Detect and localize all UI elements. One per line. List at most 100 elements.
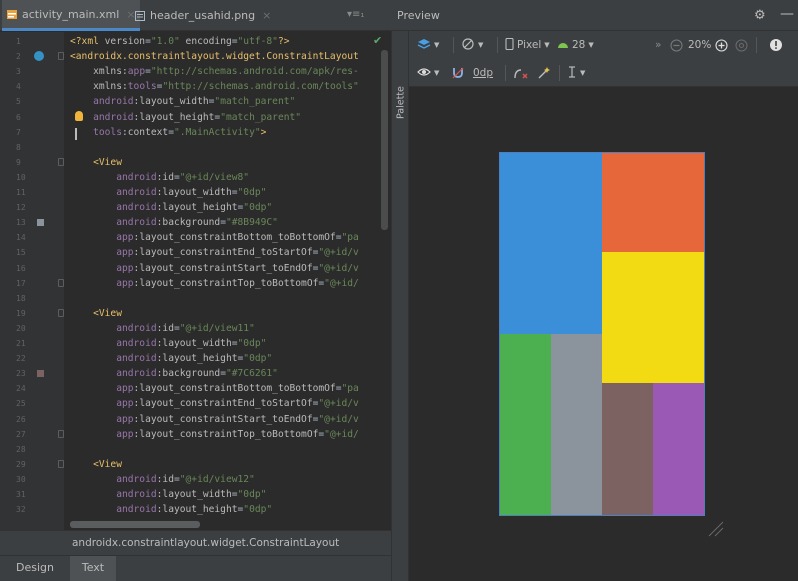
tab-text[interactable]: Text <box>70 556 116 581</box>
code-line: android:layout_height="0dp" <box>70 202 273 214</box>
line-number: 25 <box>16 399 26 409</box>
lightbulb-icon[interactable] <box>75 111 83 121</box>
line-number: 24 <box>16 384 26 394</box>
code-line: app:layout_constraintTop_toBottomOf="@+i… <box>70 428 359 440</box>
more-actions-icon[interactable]: » <box>655 31 661 59</box>
device-selector[interactable]: Pixel ▼ <box>505 31 550 59</box>
preview-toolbar-bottom: ▼ 0dp ▼ <box>409 59 798 87</box>
tab-activity-main-xml[interactable]: activity_main.xml × <box>2 0 140 31</box>
code-area[interactable]: 1 2 3 4 5 6 7 8 9 10 11 12 13 14 15 16 17 18 19 20 21 22 23 24 2… <box>0 32 391 530</box>
line-number: 18 <box>16 293 26 303</box>
view-yellow[interactable] <box>602 252 704 383</box>
minimize-icon[interactable]: — <box>780 6 794 22</box>
view-green[interactable] <box>500 334 551 515</box>
clear-constraints-icon[interactable] <box>513 59 529 87</box>
tab-list-menu-icon[interactable]: ▾≡₁ <box>347 9 364 20</box>
breadcrumb[interactable]: androidx.constraintlayout.widget.Constra… <box>0 530 391 555</box>
gear-icon[interactable]: ⚙ <box>754 8 766 23</box>
chevron-down-icon: ▼ <box>588 41 594 49</box>
code-line: app:layout_constraintStart_toEndOf="@+id… <box>70 262 359 274</box>
code-line: app:layout_constraintEnd_toStartOf="@+id… <box>70 247 359 259</box>
code-editor: activity_main.xml × header_usahid.png × … <box>0 0 391 581</box>
code-line: xmlns:app="http://schemas.android.com/ap… <box>70 66 359 78</box>
fold-marker-icon[interactable] <box>58 52 64 61</box>
view-blue[interactable] <box>500 153 602 334</box>
horizontal-scrollbar[interactable] <box>70 521 200 528</box>
view-orange[interactable] <box>602 153 704 252</box>
eye-icon <box>417 67 431 80</box>
color-swatch-icon[interactable] <box>37 370 44 378</box>
line-number: 13 <box>16 218 26 228</box>
guidelines-button[interactable]: ▼ <box>567 59 585 87</box>
view-brown[interactable] <box>602 383 653 515</box>
autoconnect-icon[interactable] <box>451 59 465 87</box>
code-line: app:layout_constraintEnd_toStartOf="@+id… <box>70 398 359 410</box>
fold-marker-icon[interactable] <box>58 157 64 166</box>
device-frame[interactable] <box>499 152 705 516</box>
palette-strip: Palette <box>391 31 409 581</box>
fold-marker-icon[interactable] <box>58 308 64 317</box>
view-gray[interactable] <box>551 334 602 515</box>
line-number: 30 <box>16 474 26 484</box>
line-number: 14 <box>16 233 26 243</box>
code-line: android:layout_height="match_parent" <box>70 111 302 123</box>
fold-marker-icon[interactable] <box>58 429 64 438</box>
zoom-level: 20% <box>688 39 712 51</box>
line-number: 27 <box>16 429 26 439</box>
code-line: <?xml version="1.0" encoding="utf-8"?> <box>70 36 290 47</box>
view-purple[interactable] <box>653 383 704 515</box>
close-tab-icon[interactable]: × <box>262 9 271 22</box>
code-line: app:layout_constraintStart_toEndOf="@+id… <box>70 413 359 425</box>
zoom-to-fit-icon[interactable] <box>735 31 748 59</box>
toolbar-divider <box>497 37 498 53</box>
line-number: 2 <box>16 52 21 62</box>
code-line: android:background="#7C6261" <box>70 368 278 380</box>
orientation-button[interactable]: ▼ <box>461 31 483 59</box>
chevron-down-icon: ▼ <box>544 41 550 49</box>
view-options-button[interactable]: ▼ <box>417 59 439 87</box>
zoom-out-icon[interactable] <box>670 31 683 59</box>
preview-header: Preview ⚙ — <box>391 0 798 31</box>
api-level-selector[interactable]: 28 ▼ <box>557 31 594 59</box>
palette-toggle[interactable]: Palette <box>394 39 408 119</box>
design-canvas[interactable] <box>409 88 788 581</box>
zoom-in-icon[interactable] <box>715 31 728 59</box>
tab-label: activity_main.xml <box>22 7 120 21</box>
code-line: android:id="@+id/view8" <box>70 171 250 183</box>
code-line: android:layout_width="0dp" <box>70 338 267 349</box>
color-swatch-icon[interactable] <box>37 219 44 227</box>
class-marker-icon[interactable] <box>34 51 44 61</box>
line-number: 32 <box>16 505 26 515</box>
text-caret <box>75 128 77 140</box>
preview-title: Preview <box>397 9 440 22</box>
tab-label: header_usahid.png <box>150 9 256 22</box>
code-line: <View <box>70 458 122 470</box>
design-surface-button[interactable]: ▼ <box>417 31 439 59</box>
preview-pane: Preview ⚙ — ▼ ▼ Pixel ▼ 28 ▼ » 20% ▼ 0dp… <box>391 0 798 581</box>
fold-marker-icon[interactable] <box>58 278 64 287</box>
default-margin-selector[interactable]: 0dp <box>473 59 493 87</box>
infer-constraints-icon[interactable] <box>537 59 551 87</box>
canvas-scrollbar[interactable] <box>788 88 798 581</box>
line-number: 19 <box>16 308 26 318</box>
code-line: android:id="@+id/view11" <box>70 322 255 334</box>
line-number: 12 <box>16 203 26 213</box>
code-line: <View <box>70 307 122 319</box>
resize-handle-icon[interactable] <box>707 520 725 542</box>
line-number: 20 <box>16 323 26 333</box>
editor-mode-tabs: Design Text <box>0 555 391 581</box>
no-errors-check-icon: ✔ <box>373 34 383 47</box>
code-line: <androidx.constraintlayout.widget.Constr… <box>70 51 359 63</box>
code-line: android:background="#8B949C" <box>70 217 278 229</box>
toolbar-divider <box>505 65 506 81</box>
toolbar-divider <box>559 65 560 81</box>
tab-design[interactable]: Design <box>0 556 70 581</box>
tab-header-usahid-png[interactable]: header_usahid.png × <box>134 0 271 31</box>
chevron-down-icon: ▼ <box>434 41 440 49</box>
line-number: 8 <box>16 142 21 152</box>
line-number: 15 <box>16 248 26 258</box>
fold-marker-icon[interactable] <box>58 459 64 468</box>
warning-icon[interactable] <box>769 31 783 59</box>
vertical-scrollbar[interactable] <box>381 50 388 230</box>
code-line: android:layout_width="0dp" <box>70 187 267 198</box>
